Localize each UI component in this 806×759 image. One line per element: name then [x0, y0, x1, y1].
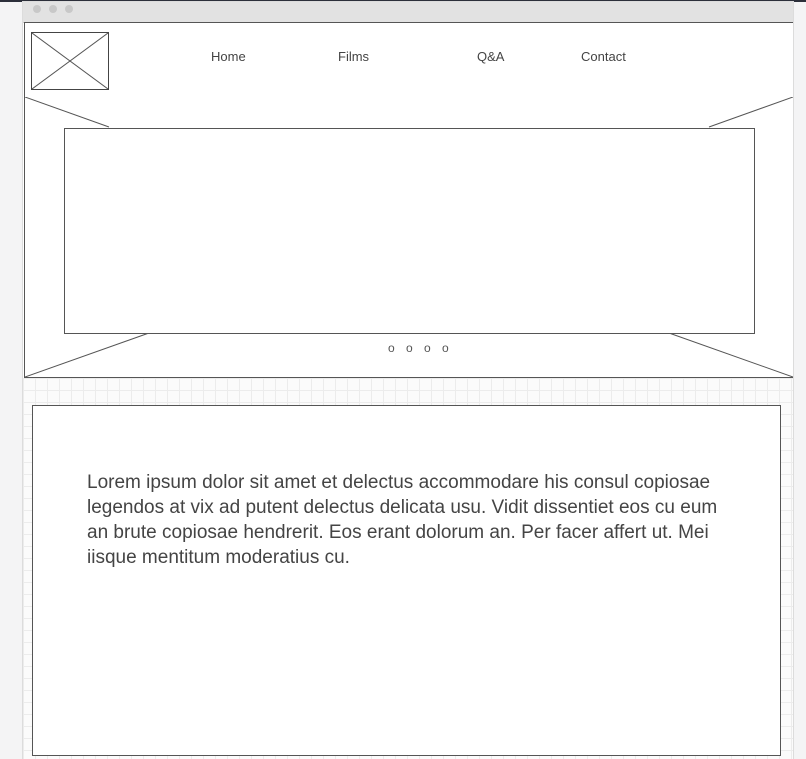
site-header: Home Films Q&A Contact: [24, 22, 793, 99]
window-titlebar: [23, 2, 793, 23]
body-text: Lorem ipsum dolor sit amet et delectus a…: [87, 472, 718, 568]
browser-window: Home Films Q&A Contact o o o o Lorem ips…: [23, 2, 793, 759]
logo-placeholder[interactable]: [31, 32, 109, 90]
image-placeholder-icon: [32, 33, 108, 89]
content-panel: Lorem ipsum dolor sit amet et delectus a…: [32, 405, 781, 756]
window-minimize-dot-icon[interactable]: [49, 5, 57, 13]
carousel-indicators[interactable]: o o o o: [388, 341, 453, 355]
nav-contact[interactable]: Contact: [581, 49, 626, 64]
carousel-slide[interactable]: [64, 128, 755, 334]
nav-home[interactable]: Home: [211, 49, 246, 64]
window-maximize-dot-icon[interactable]: [65, 5, 73, 13]
nav-films[interactable]: Films: [338, 49, 369, 64]
window-close-dot-icon[interactable]: [33, 5, 41, 13]
hero-carousel: o o o o: [24, 97, 793, 378]
nav-qa[interactable]: Q&A: [477, 49, 504, 64]
